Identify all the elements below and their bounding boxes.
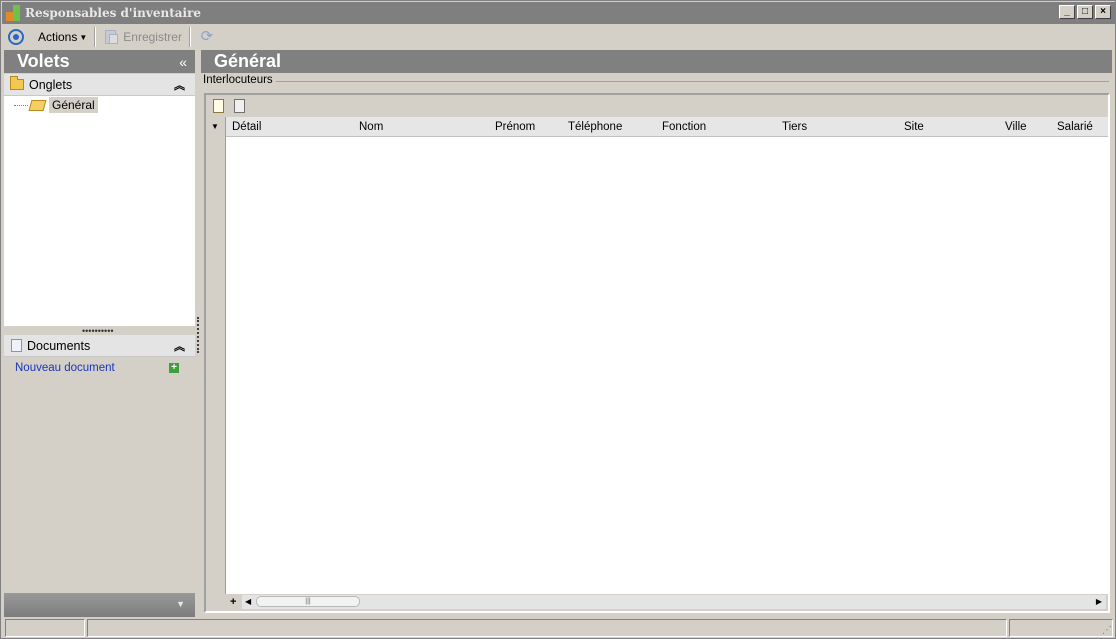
collapse-section-icon[interactable]: ︽ (174, 77, 185, 93)
resize-grip-icon[interactable]: ⋰ (1102, 625, 1112, 636)
window-title: Responsables d'inventaire (25, 6, 202, 20)
close-button[interactable]: × (1095, 5, 1111, 19)
refresh-button[interactable]: ⟳ (194, 26, 220, 48)
volets-header: Volets « (4, 50, 195, 73)
left-pane: Volets « Onglets ︽ Général •••••••••• Do… (4, 50, 195, 618)
refresh-icon: ⟳ (200, 28, 214, 45)
toolbar-separator (188, 27, 191, 47)
tree-connector (14, 104, 28, 106)
volets-title: Volets (17, 51, 70, 71)
toolbar-separator (94, 27, 97, 47)
right-pane: Général Interlocuteurs Détail Nom Prénom… (201, 50, 1112, 616)
app-icon (6, 5, 22, 21)
column-header-prenom[interactable]: Prénom (495, 121, 535, 133)
column-header-ville[interactable]: Ville (1005, 121, 1027, 133)
tree-item-label: Général (49, 97, 98, 113)
scroll-left-icon[interactable]: ◀ (245, 597, 251, 606)
onglets-tree: Général (4, 96, 195, 326)
toolbar: Actions ▼ Enregistrer ⟳ (2, 25, 1115, 49)
onglets-label: Onglets (29, 77, 73, 92)
dropdown-caret-icon: ▼ (79, 32, 88, 42)
column-header-detail[interactable]: Détail (232, 121, 261, 133)
column-header-nom[interactable]: Nom (359, 121, 383, 133)
status-cell (87, 619, 1007, 637)
new-document-link[interactable]: Nouveau document (15, 362, 115, 374)
row-selector-column: ▼ (206, 117, 226, 594)
column-header-fonction[interactable]: Fonction (662, 121, 706, 133)
chevron-down-icon[interactable]: ▼ (176, 599, 185, 609)
save-button[interactable]: Enregistrer (99, 26, 186, 48)
new-record-icon[interactable] (213, 99, 224, 113)
minimize-button[interactable]: _ (1059, 5, 1075, 19)
add-icon[interactable]: + (169, 363, 179, 373)
interlocuteurs-grid: Détail Nom Prénom Téléphone Fonction Tie… (204, 93, 1110, 613)
page-title: Général (201, 50, 1112, 73)
open-folder-icon (28, 99, 47, 111)
window-controls: _ □ × (1059, 5, 1111, 19)
scroll-right-icon[interactable]: ▶ (1096, 597, 1102, 606)
column-header-tiers[interactable]: Tiers (782, 121, 807, 133)
collapse-section-icon[interactable]: ︽ (174, 338, 185, 354)
save-label: Enregistrer (123, 30, 182, 44)
folder-icon (10, 76, 24, 90)
actions-label: Actions (38, 30, 78, 44)
edit-record-icon[interactable] (234, 99, 245, 113)
maximize-button[interactable]: □ (1077, 5, 1093, 19)
column-header-site[interactable]: Site (904, 121, 924, 133)
onglets-section-header[interactable]: Onglets ︽ (4, 74, 195, 96)
grid-toolbar (206, 95, 1108, 117)
collapse-pane-icon[interactable]: « (179, 54, 187, 70)
title-bar: Responsables d'inventaire _ □ × (2, 2, 1115, 24)
status-cell (5, 619, 85, 637)
grid-footer: + ◀ ||| ▶ (206, 594, 1108, 611)
horizontal-scrollbar[interactable]: ◀ ||| ▶ (242, 595, 1106, 609)
horizontal-splitter-grip[interactable]: •••••••••• (82, 327, 114, 336)
main-window: Responsables d'inventaire _ □ × Actions … (0, 0, 1116, 639)
status-cell (1009, 619, 1113, 637)
grid-header: Détail Nom Prénom Téléphone Fonction Tie… (206, 117, 1108, 137)
row-selector-arrow-icon[interactable]: ▼ (211, 122, 219, 131)
documents-section-header[interactable]: Documents ︽ (4, 335, 195, 357)
column-header-telephone[interactable]: Téléphone (568, 121, 622, 133)
status-bar: ⋰ (2, 618, 1115, 638)
add-row-button[interactable]: + (230, 596, 236, 608)
tree-item-general[interactable]: Général (14, 97, 98, 113)
document-icon (11, 339, 22, 352)
navigate-circle-icon[interactable] (8, 29, 24, 45)
actions-menu-button[interactable]: Actions ▼ (34, 26, 91, 48)
interlocuteurs-group-label: Interlocuteurs (203, 74, 276, 86)
save-icon (103, 29, 119, 45)
scrollbar-thumb[interactable]: ||| (256, 596, 360, 607)
vertical-splitter-grip[interactable] (197, 317, 199, 353)
documents-label: Documents (27, 338, 91, 353)
column-header-salarie[interactable]: Salarié (1057, 121, 1093, 133)
group-divider (273, 81, 1109, 82)
pane-bottom-bar: ▼ (4, 593, 195, 617)
